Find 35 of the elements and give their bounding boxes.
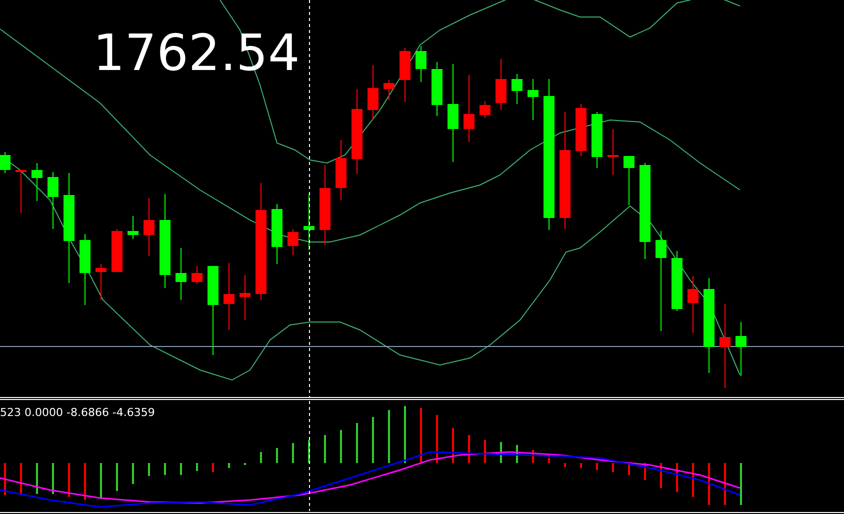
candlestick	[112, 228, 122, 272]
candlestick	[368, 64, 378, 120]
candlestick	[736, 322, 746, 376]
candlestick	[480, 100, 490, 118]
candlestick	[496, 58, 506, 110]
candlestick	[96, 264, 106, 300]
candlestick	[272, 204, 282, 264]
candlestick	[240, 274, 250, 320]
candlestick	[224, 262, 234, 330]
candlestick	[304, 194, 314, 250]
candlestick	[672, 250, 682, 312]
candlestick	[48, 172, 58, 230]
candlestick	[624, 156, 634, 206]
candlestick	[688, 276, 698, 334]
candlestick	[16, 170, 26, 214]
candlestick	[416, 46, 426, 82]
candlestick	[528, 78, 538, 120]
candlestick	[80, 234, 90, 306]
candlestick	[608, 128, 618, 176]
candlestick	[592, 112, 602, 168]
indicator-readout: 523 0.0000 -8.6866 -4.6359	[0, 406, 155, 419]
candlestick	[384, 80, 394, 100]
candlestick	[576, 104, 586, 156]
candlestick	[176, 248, 186, 300]
candlestick	[32, 162, 42, 202]
candlestick	[192, 266, 202, 284]
candlestick	[432, 62, 442, 116]
candlestick	[336, 140, 346, 200]
candlestick	[0, 152, 10, 174]
candlestick	[512, 74, 522, 104]
candlestick	[400, 48, 410, 102]
candlestick	[464, 74, 474, 142]
candlestick	[128, 216, 138, 240]
candlestick	[144, 198, 154, 256]
candlestick	[288, 228, 298, 256]
